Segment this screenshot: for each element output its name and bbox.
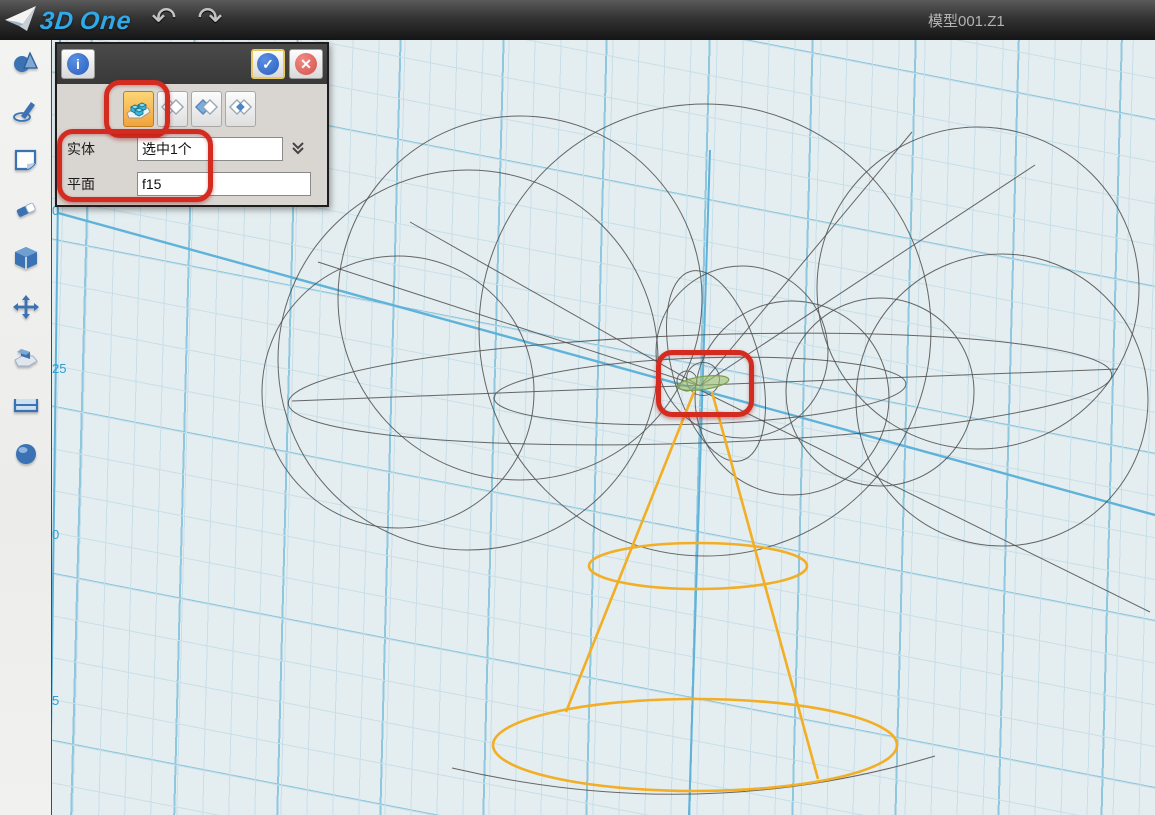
top-bar: 3DOne ↶ ↷ 模型001.Z1 xyxy=(0,0,1155,40)
annotation-selected-face xyxy=(656,350,754,417)
check-icon: ✓ xyxy=(257,53,279,75)
trim-icon xyxy=(12,196,40,227)
undo-button[interactable]: ↶ xyxy=(146,0,182,38)
annotation-fields xyxy=(57,129,213,202)
axis-tick-label: 5 xyxy=(52,693,59,708)
brand-text: 3DOne xyxy=(38,7,133,36)
confirm-button[interactable]: ✓ xyxy=(251,49,285,79)
move-icon xyxy=(12,294,40,325)
material-sphere-icon xyxy=(13,441,39,472)
sidebar-item-sketch-draw[interactable] xyxy=(0,89,51,138)
expand-list-button[interactable] xyxy=(287,138,309,160)
measure-icon xyxy=(12,392,40,423)
sketch-draw-icon xyxy=(12,98,40,129)
dialog-header: i ✓ ✕ xyxy=(57,44,327,84)
sidebar-item-solid-cube[interactable] xyxy=(0,236,51,285)
chevron-double-down-icon xyxy=(290,144,306,159)
wireframe-spheres xyxy=(262,104,1150,794)
tool-sidebar xyxy=(0,40,52,815)
sidebar-item-trim[interactable] xyxy=(0,187,51,236)
diamonds-intersect-icon xyxy=(227,96,254,123)
app-logo: 3DOne xyxy=(4,4,132,38)
primitive-solids-icon xyxy=(12,49,40,80)
sketch-plane-icon xyxy=(12,147,40,178)
sidebar-item-combine[interactable] xyxy=(0,334,51,383)
sidebar-item-move[interactable] xyxy=(0,285,51,334)
sidebar-item-measure[interactable] xyxy=(0,383,51,432)
sidebar-item-sketch-plane[interactable] xyxy=(0,138,51,187)
info-icon: i xyxy=(67,53,89,75)
combine-icon xyxy=(12,343,40,374)
axis-tick-label: 0 xyxy=(52,527,59,542)
mode-button-diamonds-intersect[interactable] xyxy=(225,91,256,127)
sidebar-item-primitive-solids[interactable] xyxy=(0,40,51,89)
blue-white-diamond-icon xyxy=(193,96,220,123)
close-icon: ✕ xyxy=(295,53,317,75)
axis-tick-label: 25 xyxy=(52,361,66,376)
redo-button[interactable]: ↷ xyxy=(192,0,228,38)
cancel-button[interactable]: ✕ xyxy=(289,49,323,79)
cone-wireframe xyxy=(493,392,897,791)
solid-cube-icon xyxy=(12,245,40,276)
info-button[interactable]: i xyxy=(61,49,95,79)
paper-plane-icon xyxy=(4,3,38,40)
mode-button-blue-white-diamond[interactable] xyxy=(191,91,222,127)
document-title: 模型001.Z1 xyxy=(928,10,1005,31)
sidebar-item-material-sphere[interactable] xyxy=(0,432,51,481)
